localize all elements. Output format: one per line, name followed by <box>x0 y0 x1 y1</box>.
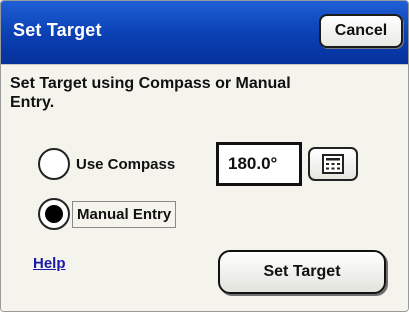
dialog-content: Set Target using Compass or Manual Entry… <box>1 64 408 311</box>
use-compass-label[interactable]: Use Compass <box>72 152 179 177</box>
help-link[interactable]: Help <box>33 255 66 272</box>
set-target-button[interactable]: Set Target <box>218 250 386 294</box>
title-bar: Set Target Cancel <box>1 1 408 64</box>
target-value-field[interactable]: 180.0° <box>216 142 302 186</box>
keypad-button[interactable] <box>308 147 358 181</box>
instruction-text: Set Target using Compass or Manual Entry… <box>10 75 291 111</box>
use-compass-option[interactable]: Use Compass <box>38 148 179 180</box>
manual-entry-label[interactable]: Manual Entry <box>72 200 177 228</box>
manual-entry-radio[interactable] <box>38 198 70 230</box>
set-target-dialog: Set Target Cancel Set Target using Compa… <box>0 0 409 312</box>
keypad-icon <box>322 154 344 174</box>
manual-entry-option[interactable]: Manual Entry <box>38 198 177 230</box>
cancel-button[interactable]: Cancel <box>319 14 403 48</box>
use-compass-radio[interactable] <box>38 148 70 180</box>
dialog-title: Set Target <box>13 20 102 40</box>
